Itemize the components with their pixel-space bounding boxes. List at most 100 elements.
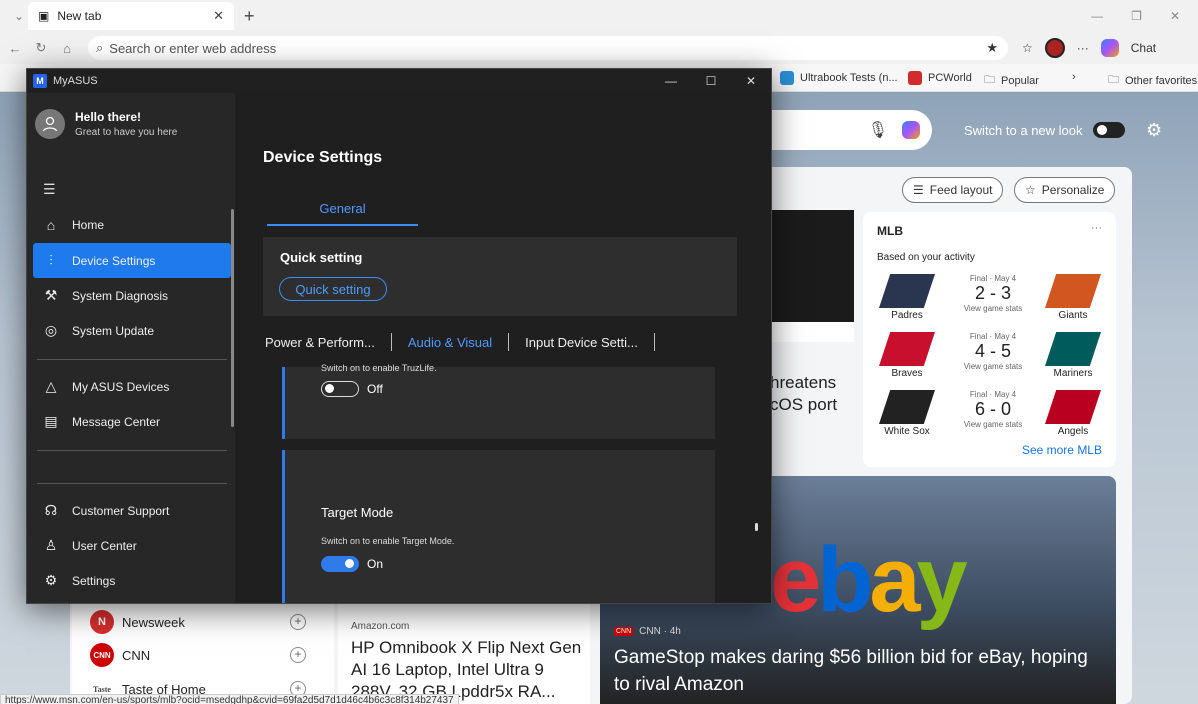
favorite-ultrabook[interactable]: Ultrabook Tests (n...: [780, 71, 898, 85]
personalize-label: Personalize: [1041, 183, 1105, 197]
game-row[interactable]: White Sox Final · May 4 6 - 0 View game …: [877, 390, 1103, 444]
close-icon[interactable]: ✕: [731, 74, 771, 88]
restore-icon[interactable]: ❐: [1131, 9, 1142, 23]
profile-avatar[interactable]: [1044, 38, 1065, 58]
amazon-news-card[interactable]: Amazon.com HP Omnibook X Flip Next Gen A…: [338, 603, 590, 704]
myasus-logo-icon: M: [33, 74, 47, 88]
minimize-icon[interactable]: —: [651, 74, 691, 88]
tab-title: New tab: [57, 9, 102, 23]
back-icon[interactable]: ←: [4, 41, 26, 56]
sidebar-item-device-settings[interactable]: ⫶ Device Settings: [33, 243, 231, 278]
add-source-button[interactable]: +: [290, 647, 306, 663]
user-card[interactable]: Hello there! Great to have you here: [35, 109, 177, 139]
favorite-pcworld[interactable]: PCWorld: [908, 71, 972, 85]
target-mode-state: On: [367, 557, 384, 571]
maximize-icon[interactable]: ☐: [691, 74, 731, 88]
close-tab-icon[interactable]: ✕: [213, 8, 224, 24]
switch-look[interactable]: Switch to a new look: [964, 122, 1125, 138]
more-icon[interactable]: ···: [1077, 41, 1089, 55]
favorites-overflow-chevron-icon[interactable]: ›: [1072, 71, 1076, 83]
source-item-newsweek[interactable]: N Newsweek: [90, 610, 185, 634]
personalize-button[interactable]: ☆ Personalize: [1014, 177, 1116, 203]
sidebar-divider: [37, 483, 227, 484]
target-mode-title: Target Mode: [321, 505, 394, 520]
status-bar-url: https://www.msn.com/en-us/sports/mlb?oci…: [0, 694, 459, 704]
address-bar-row: ← ↻ ⌂ ⌕ Search or enter web address ★ ☆ …: [0, 32, 1198, 64]
sidebar-item-settings[interactable]: ⚙ Settings: [33, 563, 231, 598]
microphone-icon[interactable]: 🎙: [868, 120, 888, 140]
mlb-title[interactable]: MLB: [877, 224, 903, 238]
app-title: MyASUS: [53, 75, 98, 87]
sidebar-item-system-update[interactable]: ◎ System Update: [33, 313, 231, 348]
sidebar-item-label: Device Settings: [72, 253, 156, 268]
see-more-mlb-link[interactable]: See more MLB: [1022, 443, 1102, 457]
favorite-other[interactable]: 🗀 Other favorites: [1108, 71, 1197, 90]
game-status: Final · May 4: [969, 274, 1017, 283]
copilot-icon[interactable]: [1100, 39, 1119, 57]
favorite-popular[interactable]: 🗀 Popular: [984, 71, 1039, 90]
user-greeting: Hello there!: [75, 110, 142, 124]
menu-icon[interactable]: ☰: [43, 181, 56, 198]
game-status: Final · May 4: [969, 390, 1017, 399]
sidebar-item-label: System Diagnosis: [72, 288, 169, 303]
user-icon: ♙: [44, 537, 58, 553]
minimize-icon[interactable]: —: [1091, 9, 1103, 23]
tab-actions-chevron-icon[interactable]: ⌄: [8, 9, 30, 23]
favorite-star-icon[interactable]: ★: [986, 40, 998, 56]
main-scrollbar[interactable]: [755, 523, 758, 531]
pcworld-icon: [908, 71, 922, 85]
tab-general[interactable]: General: [267, 201, 418, 216]
chat-label[interactable]: Chat: [1131, 41, 1156, 55]
truzlife-state: Off: [367, 382, 383, 396]
add-source-button[interactable]: +: [290, 614, 306, 630]
sidebar-item-customer-support[interactable]: ☊ Customer Support: [33, 493, 231, 528]
sidebar-item-message-center[interactable]: ▤ Message Center: [33, 404, 231, 439]
gear-icon: ⚙: [44, 572, 58, 588]
game-score: 2 - 3: [974, 283, 1012, 303]
target-mode-toggle[interactable]: [321, 556, 359, 572]
news-source: CNN CNN · 4h: [614, 626, 681, 637]
news-headline[interactable]: hreatens cOS port: [770, 372, 837, 416]
subtab-power-performance[interactable]: Power & Perform...: [265, 335, 375, 350]
truzlife-card: Switch on to enable TruzLife. Off: [282, 363, 715, 439]
quick-setting-button[interactable]: Quick setting: [279, 277, 387, 301]
sidebar-item-home[interactable]: ⌂ Home: [33, 207, 231, 242]
game-status: Final · May 4: [969, 332, 1017, 341]
copilot-icon[interactable]: [902, 121, 920, 139]
home-team: Padres: [891, 310, 923, 321]
game-row[interactable]: Padres Final · May 4 2 - 3 View game sta…: [877, 274, 1103, 328]
sidebar-divider: [37, 359, 227, 360]
sidebar-item-label: My ASUS Devices: [72, 379, 170, 394]
news-title[interactable]: GameStop makes daring $56 billion bid fo…: [614, 644, 1094, 698]
switch-look-toggle[interactable]: [1092, 122, 1125, 138]
feed-layout-button[interactable]: ☰ Feed layout: [902, 177, 1004, 203]
address-input[interactable]: ⌕ Search or enter web address ★: [88, 36, 1008, 60]
subtab-divider: [390, 333, 392, 351]
view-game-stats-link[interactable]: View game stats: [947, 362, 1039, 371]
game-row[interactable]: Braves Final · May 4 4 - 5 View game sta…: [877, 332, 1103, 386]
settings-gear-icon[interactable]: ⚙: [1146, 120, 1162, 141]
subtab-input-device-settings[interactable]: Input Device Setti...: [525, 335, 638, 350]
refresh-icon[interactable]: ↻: [30, 40, 52, 56]
source-item-cnn[interactable]: CNN CNN: [90, 643, 150, 667]
sidebar-item-user-center[interactable]: ♙ User Center: [33, 528, 231, 563]
new-tab-button[interactable]: +: [244, 6, 255, 27]
more-icon[interactable]: ···: [1091, 222, 1102, 234]
home-icon[interactable]: ⌂: [56, 41, 78, 56]
sidebar-scrollbar[interactable]: [231, 209, 234, 427]
device-settings-panel: Device Settings General Quick setting Qu…: [235, 93, 771, 603]
close-icon[interactable]: ✕: [1170, 9, 1180, 23]
search-icon: ⌕: [96, 40, 104, 55]
subtab-audio-visual[interactable]: Audio & Visual: [408, 335, 492, 350]
view-game-stats-link[interactable]: View game stats: [947, 304, 1039, 313]
news-card-image: [770, 210, 854, 322]
truzlife-toggle[interactable]: [321, 381, 359, 397]
giants-logo: [1045, 274, 1101, 308]
target-mode-card: Target Mode Switch on to enable Target M…: [282, 450, 715, 603]
address-placeholder: Search or enter web address: [109, 40, 277, 56]
browser-tab[interactable]: ▣ New tab ✕: [28, 2, 234, 30]
sidebar-item-my-asus-devices[interactable]: △ My ASUS Devices: [33, 369, 231, 404]
view-game-stats-link[interactable]: View game stats: [947, 420, 1039, 429]
favorites-icon[interactable]: ☆: [1022, 41, 1033, 55]
sidebar-item-system-diagnosis[interactable]: ⚒ System Diagnosis: [33, 278, 231, 313]
